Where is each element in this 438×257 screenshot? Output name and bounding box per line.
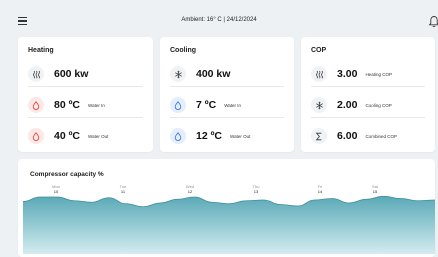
heating-cop-label: Heating COP [365, 71, 392, 77]
cooling-cop-value: 2.00 [337, 99, 358, 111]
heating-cop-row: 3.00 Heating COP [311, 62, 425, 87]
cooling-water-in-temp: 7 ºC [196, 99, 217, 111]
combined-cop-label: Combined COP [365, 133, 397, 139]
compressor-capacity-card: Compressor capacity % Mon 10 Tue 11 Wed 12 Thu… [18, 159, 435, 257]
cop-title: COP [311, 47, 327, 54]
sigma-icon [311, 128, 327, 144]
cooling-water-out-row: 12 ºC Water Out [170, 124, 284, 148]
heating-water-in-label: Water In [88, 102, 105, 108]
cooling-card: Cooling 400 kw 7 ºC Water In 12 ºC Water… [160, 37, 294, 152]
cooling-water-in-label: Water In [224, 102, 242, 108]
cooling-water-in-row: 7 ºC Water In [170, 93, 284, 118]
heat-waves-icon [311, 66, 327, 82]
heating-card: Heating 600 kw 80 ºC Water In 40 ºC Wate… [18, 37, 153, 152]
heating-power-row: 600 kw [28, 62, 143, 87]
heating-title: Heating [28, 47, 54, 54]
combined-cop-row: 6.00 Combined COP [311, 124, 425, 148]
ambient-status: Ambient: 16° C | 24/12/2024 [181, 17, 257, 23]
combined-cop-value: 6.00 [337, 130, 358, 142]
capacity-area [23, 196, 435, 254]
heat-waves-icon [28, 66, 44, 82]
water-drop-icon [170, 97, 186, 113]
heating-water-out-temp: 40 ºC [54, 130, 81, 142]
snowflake-icon [170, 66, 186, 82]
cooling-power-value: 400 kw [196, 68, 231, 80]
cooling-cop-row: 2.00 Cooling COP [311, 93, 425, 118]
snowflake-icon [311, 97, 327, 113]
heating-water-in-temp: 80 ºC [54, 99, 81, 111]
water-drop-icon [170, 128, 186, 144]
bell-icon[interactable] [428, 15, 438, 29]
top-bar: Ambient: 16° C | 24/12/2024 [0, 11, 438, 33]
cop-card: COP 3.00 Heating COP 2.00 Cooling COP 6.… [301, 37, 435, 152]
heating-power-value: 600 kw [54, 68, 89, 80]
heating-water-out-label: Water Out [88, 133, 109, 139]
cooling-title: Cooling [170, 47, 197, 54]
cooling-cop-label: Cooling COP [365, 102, 392, 108]
heating-cop-value: 3.00 [337, 68, 358, 80]
water-drop-icon [28, 128, 44, 144]
heating-water-in-row: 80 ºC Water In [28, 93, 143, 118]
heating-water-out-row: 40 ºC Water Out [28, 124, 143, 148]
cooling-power-row: 400 kw [170, 62, 284, 87]
compressor-capacity-chart [22, 195, 435, 254]
water-drop-icon [28, 97, 44, 113]
cooling-water-out-temp: 12 ºC [196, 130, 223, 142]
cooling-water-out-label: Water Out [230, 133, 251, 139]
